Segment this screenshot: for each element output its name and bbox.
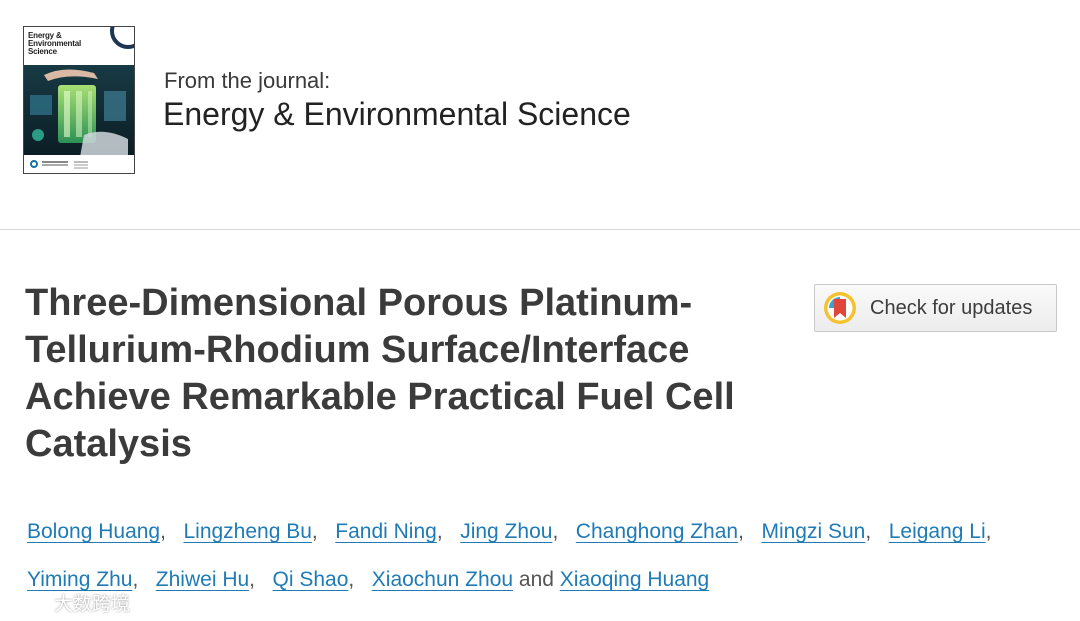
header-divider: [0, 229, 1080, 230]
author-separator: ,: [132, 568, 139, 591]
author-link[interactable]: Zhiwei Hu: [156, 568, 249, 591]
author-separator: ,: [311, 520, 318, 543]
check-for-updates-button[interactable]: Check for updates: [814, 284, 1057, 332]
author-separator: ,: [985, 520, 992, 543]
author-link[interactable]: Yiming Zhu: [27, 568, 132, 591]
cover-footer: [24, 155, 134, 173]
author-link[interactable]: Xiaoqing Huang: [560, 568, 709, 591]
article-title: Three-Dimensional Porous Platinum-Tellur…: [25, 282, 735, 465]
journal-name-link[interactable]: Energy & Environmental Science: [163, 96, 631, 133]
author-separator: ,: [552, 520, 559, 543]
publisher-logo-icon: [30, 160, 38, 168]
author-conjunction: and: [513, 568, 560, 591]
watermark-text: 大数跨境: [54, 593, 131, 615]
author-separator: ,: [249, 568, 256, 591]
watermark-logo-icon: [12, 594, 48, 611]
crossmark-icon: [824, 292, 856, 324]
author-separator: ,: [348, 568, 355, 591]
author-link[interactable]: Fandi Ning: [335, 520, 437, 543]
watermark: 大数跨境: [10, 589, 130, 616]
from-journal-label: From the journal:: [164, 68, 331, 93]
cover-artwork: [24, 65, 134, 157]
author-separator: ,: [738, 520, 744, 543]
check-for-updates-label: Check for updates: [870, 296, 1033, 319]
cover-title: Energy & Environmental Science: [28, 31, 81, 56]
author-link[interactable]: Xiaochun Zhou: [372, 568, 513, 591]
author-link[interactable]: Mingzi Sun: [761, 520, 865, 543]
author-link[interactable]: Jing Zhou: [460, 520, 552, 543]
author-separator: ,: [865, 520, 872, 543]
author-link[interactable]: Leigang Li: [889, 520, 986, 543]
author-link[interactable]: Bolong Huang: [27, 520, 160, 543]
author-separator: ,: [436, 520, 443, 543]
journal-cover-image[interactable]: Energy & Environmental Science: [23, 26, 135, 174]
cover-arc-decoration: [110, 27, 134, 49]
author-list: Bolong Huang, Lingzheng Bu, Fandi Ning, …: [27, 508, 1067, 604]
author-link[interactable]: Changhong Zhan: [576, 520, 738, 543]
author-separator: ,: [160, 520, 166, 543]
author-link[interactable]: Lingzheng Bu: [183, 520, 311, 543]
author-link[interactable]: Qi Shao: [273, 568, 349, 591]
